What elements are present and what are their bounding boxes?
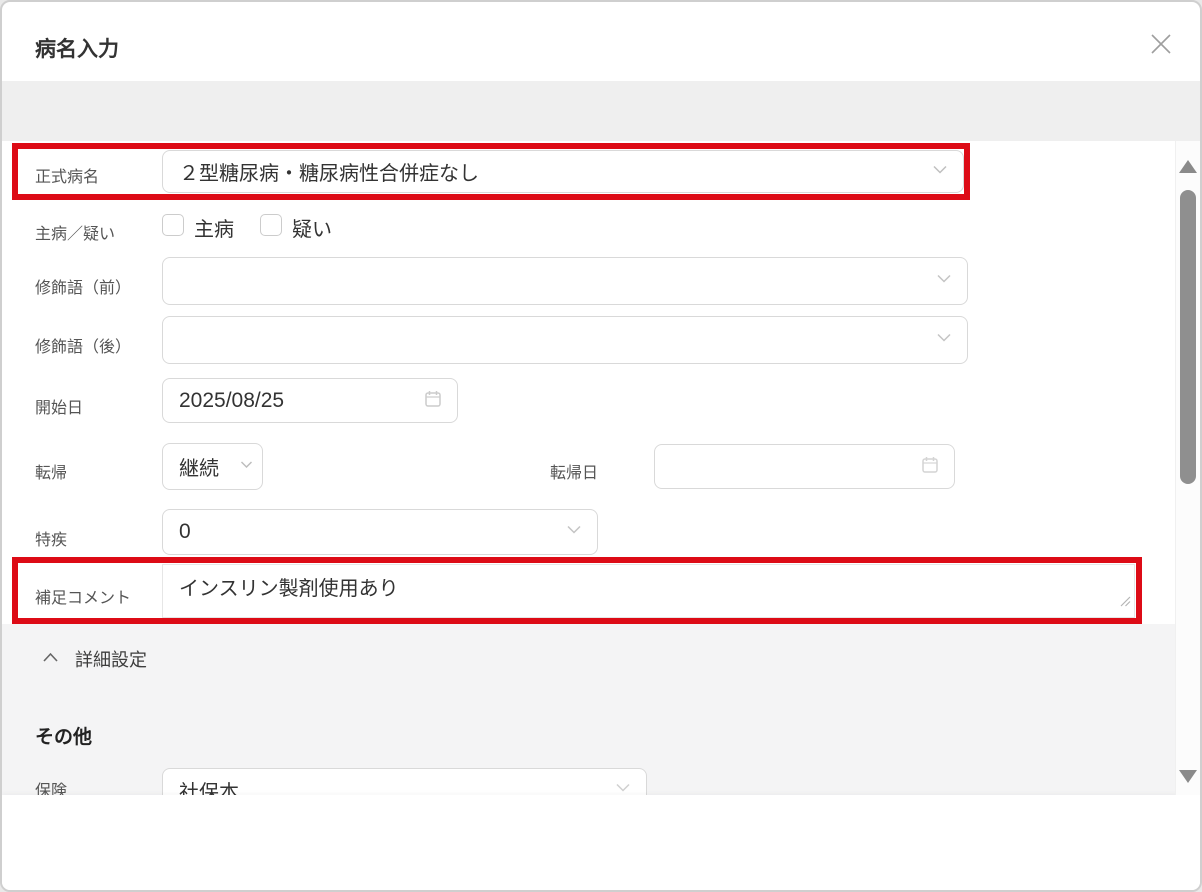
details-toggle[interactable]: 詳細設定 (75, 646, 147, 672)
main-suspect-label: 主病／疑い (35, 220, 115, 244)
modifier-back-label: 修飾語（後） (35, 333, 131, 357)
scrollbar-track[interactable] (1175, 141, 1200, 795)
chevron-up-icon[interactable] (42, 650, 59, 670)
comment-value: インスリン製剤使用あり (179, 578, 399, 600)
chevron-down-icon (931, 160, 949, 183)
main-disease-checkbox[interactable] (162, 214, 184, 236)
special-disease-value: 0 (179, 520, 191, 544)
modifier-back-select[interactable] (162, 316, 968, 364)
others-heading: その他 (35, 722, 92, 749)
insurance-label: 保険 (35, 777, 67, 795)
special-disease-select[interactable]: 0 (162, 509, 598, 555)
insurance-value: 社保本 (179, 776, 239, 796)
outcome-select[interactable]: 継続 (162, 443, 263, 490)
outcome-label: 転帰 (35, 459, 67, 483)
disease-name-input-dialog: 病名入力 正式病名 ２型糖尿病・糖尿病性合併症なし 主病／疑い 主病 疑い 修飾… (0, 0, 1202, 892)
dialog-title: 病名入力 (35, 33, 119, 63)
start-date-input[interactable]: 2025/08/25 (162, 378, 458, 423)
insurance-select[interactable]: 社保本 (162, 768, 647, 795)
calendar-icon[interactable] (920, 454, 940, 479)
comment-label: 補足コメント (35, 584, 131, 608)
header-divider-band (2, 81, 1202, 141)
start-date-label: 開始日 (35, 394, 83, 418)
suspect-checkbox[interactable] (260, 214, 282, 236)
outcome-date-label: 転帰日 (550, 459, 598, 483)
outcome-value: 継続 (179, 452, 219, 481)
scroll-up-button[interactable] (1179, 160, 1197, 173)
chevron-down-icon (239, 457, 254, 477)
chevron-down-icon (935, 270, 953, 293)
formal-name-value: ２型糖尿病・糖尿病性合併症なし (179, 157, 479, 186)
scroll-thumb[interactable] (1180, 190, 1196, 484)
resize-handle-icon[interactable] (1119, 588, 1131, 614)
chevron-down-icon (614, 779, 632, 796)
start-date-value: 2025/08/25 (179, 389, 284, 413)
modifier-front-select[interactable] (162, 257, 968, 305)
details-section: 保険 社保本 (2, 624, 1180, 795)
chevron-down-icon (935, 329, 953, 352)
comment-textarea[interactable]: インスリン製剤使用あり (162, 564, 1135, 618)
modifier-front-label: 修飾語（前） (35, 274, 131, 298)
formal-name-select[interactable]: ２型糖尿病・糖尿病性合併症なし (162, 150, 964, 193)
close-icon[interactable] (1147, 30, 1175, 58)
main-disease-checkbox-label: 主病 (194, 213, 234, 242)
chevron-down-icon (565, 521, 583, 544)
special-disease-label: 特疾 (35, 526, 67, 550)
dialog-footer: 登録 (2, 795, 1202, 892)
calendar-icon[interactable] (423, 388, 443, 413)
suspect-checkbox-label: 疑い (292, 213, 332, 242)
outcome-date-input[interactable] (654, 444, 955, 489)
formal-name-label: 正式病名 (35, 163, 99, 187)
scroll-down-button[interactable] (1179, 770, 1197, 783)
